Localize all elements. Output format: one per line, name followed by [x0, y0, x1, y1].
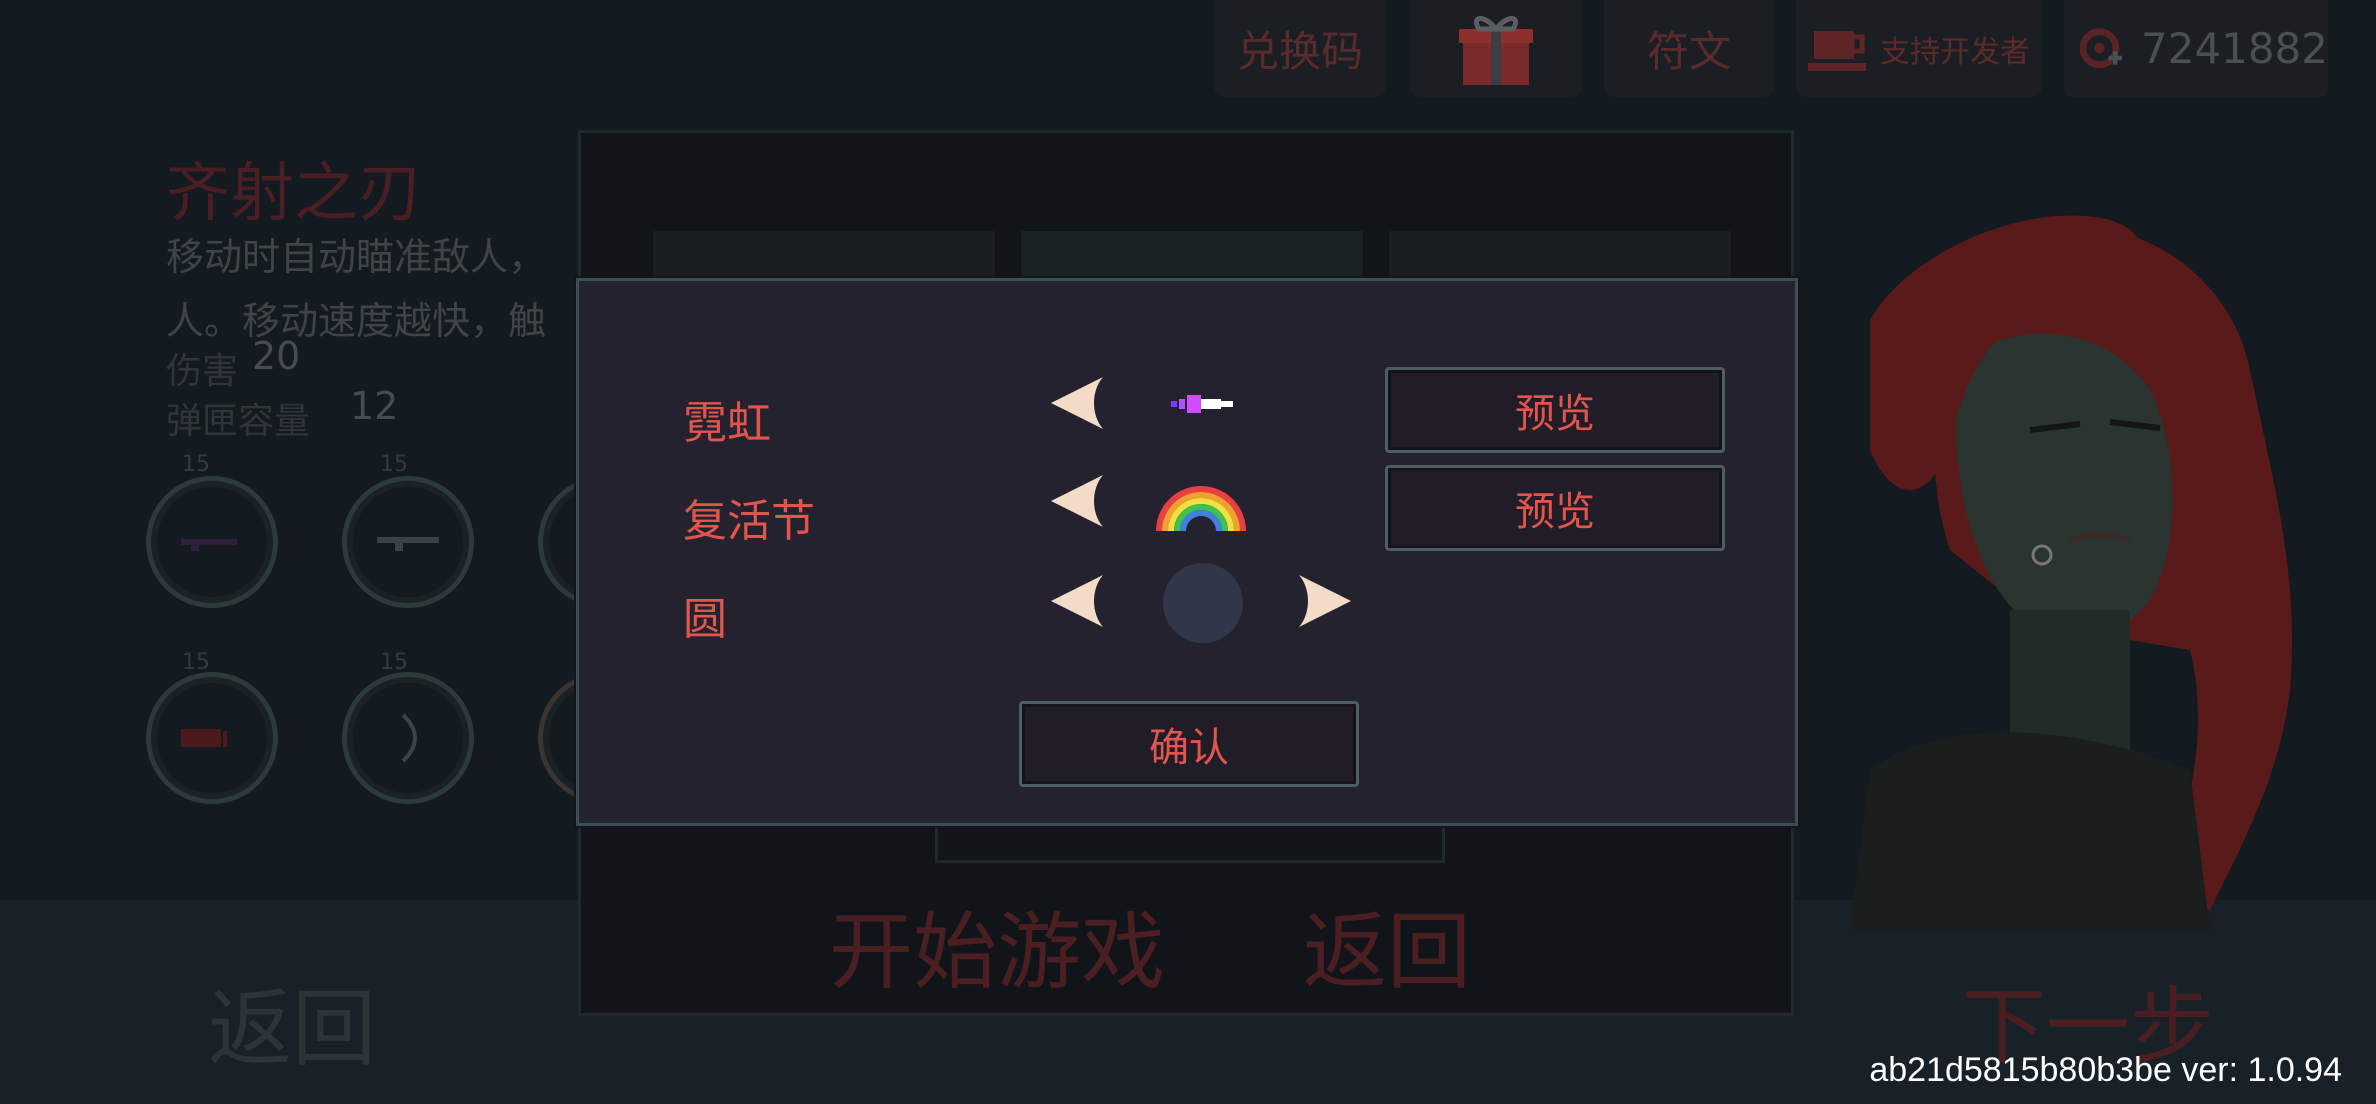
weapon-launcher-icon	[181, 729, 227, 747]
back-button[interactable]: 返回	[208, 962, 376, 1083]
runes-label: 符文	[1646, 27, 1731, 76]
runes-button[interactable]: 符文	[1604, 0, 1774, 97]
weapon-bow-icon	[401, 713, 417, 763]
preview-neon-button[interactable]: 预览	[1385, 367, 1725, 453]
row-label-easter: 复活节	[683, 497, 815, 546]
row-label-neon: 霓虹	[683, 399, 771, 448]
weapon-description-line-1: 移动时自动瞄准敌人，	[166, 235, 547, 279]
weapon-slot-5[interactable]	[342, 672, 474, 804]
rainbow-icon	[1156, 486, 1246, 532]
preview-easter-button[interactable]: 预览	[1385, 465, 1725, 551]
dialog-return-button[interactable]: 返回	[1303, 885, 1471, 1006]
prev-arrow-icon[interactable]	[1049, 473, 1105, 529]
next-arrow-icon[interactable]	[1297, 573, 1353, 629]
currency-add-icon[interactable]	[2080, 18, 2125, 80]
skin-selection-modal: 霓虹 预览 复活节 预览 圆 确认	[576, 278, 1798, 826]
redeem-code-button[interactable]: 兑换码	[1214, 0, 1386, 97]
weapon-slot-4[interactable]	[146, 672, 278, 804]
gift-icon	[1459, 15, 1533, 85]
prev-arrow-icon[interactable]	[1049, 375, 1105, 431]
weapon-name: 齐射之刃	[166, 157, 422, 231]
ammo-capacity-value: 12	[350, 384, 399, 428]
gift-button[interactable]	[1410, 0, 1582, 97]
start-game-button[interactable]: 开始游戏	[829, 885, 1165, 1006]
weapon-description-line-2: 人。移动速度越快，触	[166, 299, 547, 343]
confirm-label: 确认	[1149, 726, 1229, 770]
neon-bullet-icon	[1171, 395, 1233, 413]
slot-level: 15	[182, 452, 210, 477]
preview-easter-label: 预览	[1515, 490, 1595, 534]
prev-arrow-icon[interactable]	[1049, 573, 1105, 629]
weapon-slot-2[interactable]	[342, 476, 474, 608]
preview-neon-label: 预览	[1515, 392, 1595, 436]
weapon-slot-1[interactable]	[146, 476, 278, 608]
weapon-rifle-icon	[181, 539, 237, 551]
weapon-gun-icon	[377, 537, 439, 551]
version-text: ab21d5815b80b3be ver: 1.0.94	[1869, 1051, 2342, 1089]
redeem-code-label: 兑换码	[1236, 27, 1363, 76]
circle-option-icon	[1163, 563, 1243, 643]
coffee-cup-icon	[1808, 30, 1866, 71]
slot-level: 15	[380, 452, 408, 477]
support-developer-label: 支持开发者	[1880, 34, 2030, 70]
damage-label: 伤害	[166, 351, 239, 392]
support-developer-button[interactable]: 支持开发者	[1796, 0, 2042, 97]
currency-display: 7241882	[2064, 0, 2328, 97]
currency-value: 7241882	[2140, 24, 2328, 73]
row-label-circle: 圆	[683, 595, 727, 644]
damage-value: 20	[252, 334, 301, 378]
character-portrait	[1850, 215, 2292, 930]
ammo-capacity-label: 弹匣容量	[166, 401, 311, 442]
confirm-button[interactable]: 确认	[1019, 701, 1359, 787]
